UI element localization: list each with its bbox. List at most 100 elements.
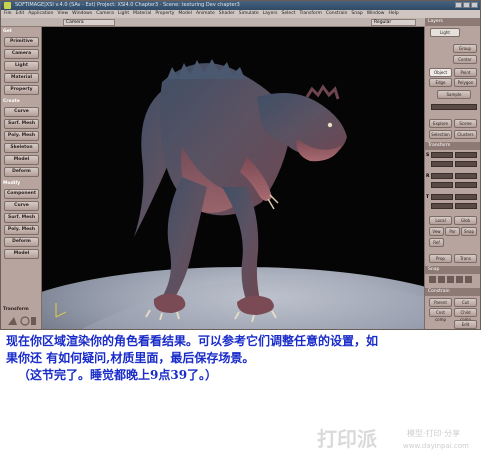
close-button[interactable] [471, 2, 478, 8]
scale-w-field[interactable] [455, 161, 477, 167]
caption-line-1: 现在你区域渲染你的角色看看结果。可以参考它们调整任意的设置，如 [6, 334, 379, 348]
menu-simulate[interactable]: Simulate [239, 10, 259, 18]
cut-button[interactable]: Cut [454, 298, 477, 307]
local-button[interactable]: Local [429, 216, 452, 225]
translate-label: T [426, 195, 430, 200]
explore-button[interactable]: Explore [429, 119, 452, 128]
menu-file[interactable]: File [4, 10, 12, 18]
section-get-label: Get [3, 29, 12, 34]
translate-y-field[interactable] [455, 194, 477, 200]
scene-button[interactable]: Scene [454, 119, 477, 128]
group-button[interactable]: Group [453, 44, 477, 53]
menu-material[interactable]: Material [133, 10, 151, 18]
minimize-button[interactable] [455, 2, 462, 8]
transform-tools-icon[interactable] [5, 315, 38, 327]
maximize-button[interactable] [463, 2, 470, 8]
snap-toggle-4[interactable] [456, 276, 463, 283]
menu-view[interactable]: View [57, 10, 68, 18]
skeleton-button[interactable]: Skeleton [4, 143, 39, 153]
constrain-comp-button[interactable]: Cnst comp [429, 308, 452, 322]
display-mode-select[interactable]: Regular [371, 19, 416, 26]
menu-light[interactable]: Light [118, 10, 129, 18]
rotate-y-field[interactable] [455, 173, 477, 179]
menu-edit[interactable]: Edit [16, 10, 25, 18]
translate-x-field[interactable] [431, 194, 453, 200]
view-button[interactable]: Vew [429, 227, 444, 236]
center-button[interactable]: Center [453, 55, 477, 64]
create-poly-mesh-button[interactable]: Poly. Mesh [4, 131, 39, 141]
menu-select[interactable]: Select [282, 10, 296, 18]
tab-polygon[interactable]: Polygon [454, 78, 477, 87]
trans-button[interactable]: Trans [454, 254, 477, 263]
menu-layers[interactable]: Layers [263, 10, 278, 18]
menu-transform[interactable]: Transform [299, 10, 321, 18]
clusters-button[interactable]: Clusters [454, 130, 477, 139]
menu-property[interactable]: Property [155, 10, 174, 18]
menu-camera[interactable]: Camera [96, 10, 114, 18]
section-modify-label: Modify [3, 181, 21, 186]
create-curve-button[interactable]: Curve [4, 107, 39, 117]
viewport-toolbar: Camera Regular [1, 18, 480, 27]
camera-button[interactable]: Camera [4, 49, 39, 59]
parent-button[interactable]: Parent [429, 298, 452, 307]
translate-z-field[interactable] [431, 203, 453, 209]
material-button[interactable]: Material [4, 73, 39, 83]
menu-shader[interactable]: Shader [219, 10, 235, 18]
window-controls [455, 2, 478, 8]
snap-ref-button[interactable]: Snap [461, 227, 477, 236]
snap-toggle-1[interactable] [429, 276, 436, 283]
modify-deform-button[interactable]: Deform [4, 237, 39, 247]
selection-button[interactable]: Selection [429, 130, 452, 139]
modify-model-button[interactable]: Model [4, 249, 39, 259]
snap-header: Snap [425, 266, 480, 274]
rotate-w-field[interactable] [455, 182, 477, 188]
selection-name-field[interactable] [431, 104, 477, 110]
menu-windows[interactable]: Windows [72, 10, 92, 18]
create-deform-button[interactable]: Deform [4, 167, 39, 177]
modify-curve-button[interactable]: Curve [4, 201, 39, 211]
xsi-application-window: SOFTIMAGE|XSI v.4.0 (SAv - Ext) Project:… [0, 0, 481, 330]
tab-edge[interactable]: Edge [429, 78, 452, 87]
rotate-label: R [426, 174, 430, 179]
layer-field[interactable]: Light [430, 28, 460, 37]
menu-constrain[interactable]: Constrain [326, 10, 348, 18]
create-model-button[interactable]: Model [4, 155, 39, 165]
snap-toggle-2[interactable] [438, 276, 445, 283]
property-button[interactable]: Property [4, 85, 39, 95]
constrain-header: Constrain [425, 288, 480, 296]
primitive-button[interactable]: Primitive [4, 37, 39, 47]
scale-z-field[interactable] [431, 161, 453, 167]
menu-animate[interactable]: Animate [196, 10, 215, 18]
prop-button[interactable]: Prop [429, 254, 452, 263]
snap-toggle-3[interactable] [447, 276, 454, 283]
menu-model[interactable]: Model [178, 10, 192, 18]
tab-point[interactable]: Point [454, 68, 477, 77]
child-comp-button[interactable]: Child comp [454, 308, 477, 322]
rotate-x-field[interactable] [431, 173, 453, 179]
menu-help[interactable]: Help [388, 10, 398, 18]
window-title: SOFTIMAGE|XSI v.4.0 (SAv - Ext) Project:… [15, 2, 240, 8]
edit-button[interactable]: Edit [454, 320, 477, 329]
modify-poly-mesh-button[interactable]: Poly. Mesh [4, 225, 39, 235]
menu-snap[interactable]: Snap [351, 10, 362, 18]
scale-x-field[interactable] [431, 152, 453, 158]
tab-object[interactable]: Object [429, 68, 452, 77]
rotate-z-field[interactable] [431, 182, 453, 188]
parent-ref-button[interactable]: Par [445, 227, 460, 236]
watermark-brand: 打印派 [317, 427, 378, 451]
global-button[interactable]: Glob [454, 216, 477, 225]
ref-button[interactable]: Ref [429, 238, 444, 247]
modify-surf-mesh-button[interactable]: Surf. Mesh [4, 213, 39, 223]
render-region-viewport[interactable] [42, 27, 425, 329]
sample-button[interactable]: Sample [437, 90, 471, 99]
menu-window[interactable]: Window [367, 10, 385, 18]
menu-application[interactable]: Application [28, 10, 53, 18]
snap-toggle-5[interactable] [465, 276, 472, 283]
watermark-tagline: 模型·打印·分享 [407, 428, 460, 438]
camera-view-select[interactable]: Camera [63, 19, 115, 26]
component-button[interactable]: Component [4, 189, 39, 199]
create-surf-mesh-button[interactable]: Surf. Mesh [4, 119, 39, 129]
scale-y-field[interactable] [455, 152, 477, 158]
translate-w-field[interactable] [455, 203, 477, 209]
light-button[interactable]: Light [4, 61, 39, 71]
